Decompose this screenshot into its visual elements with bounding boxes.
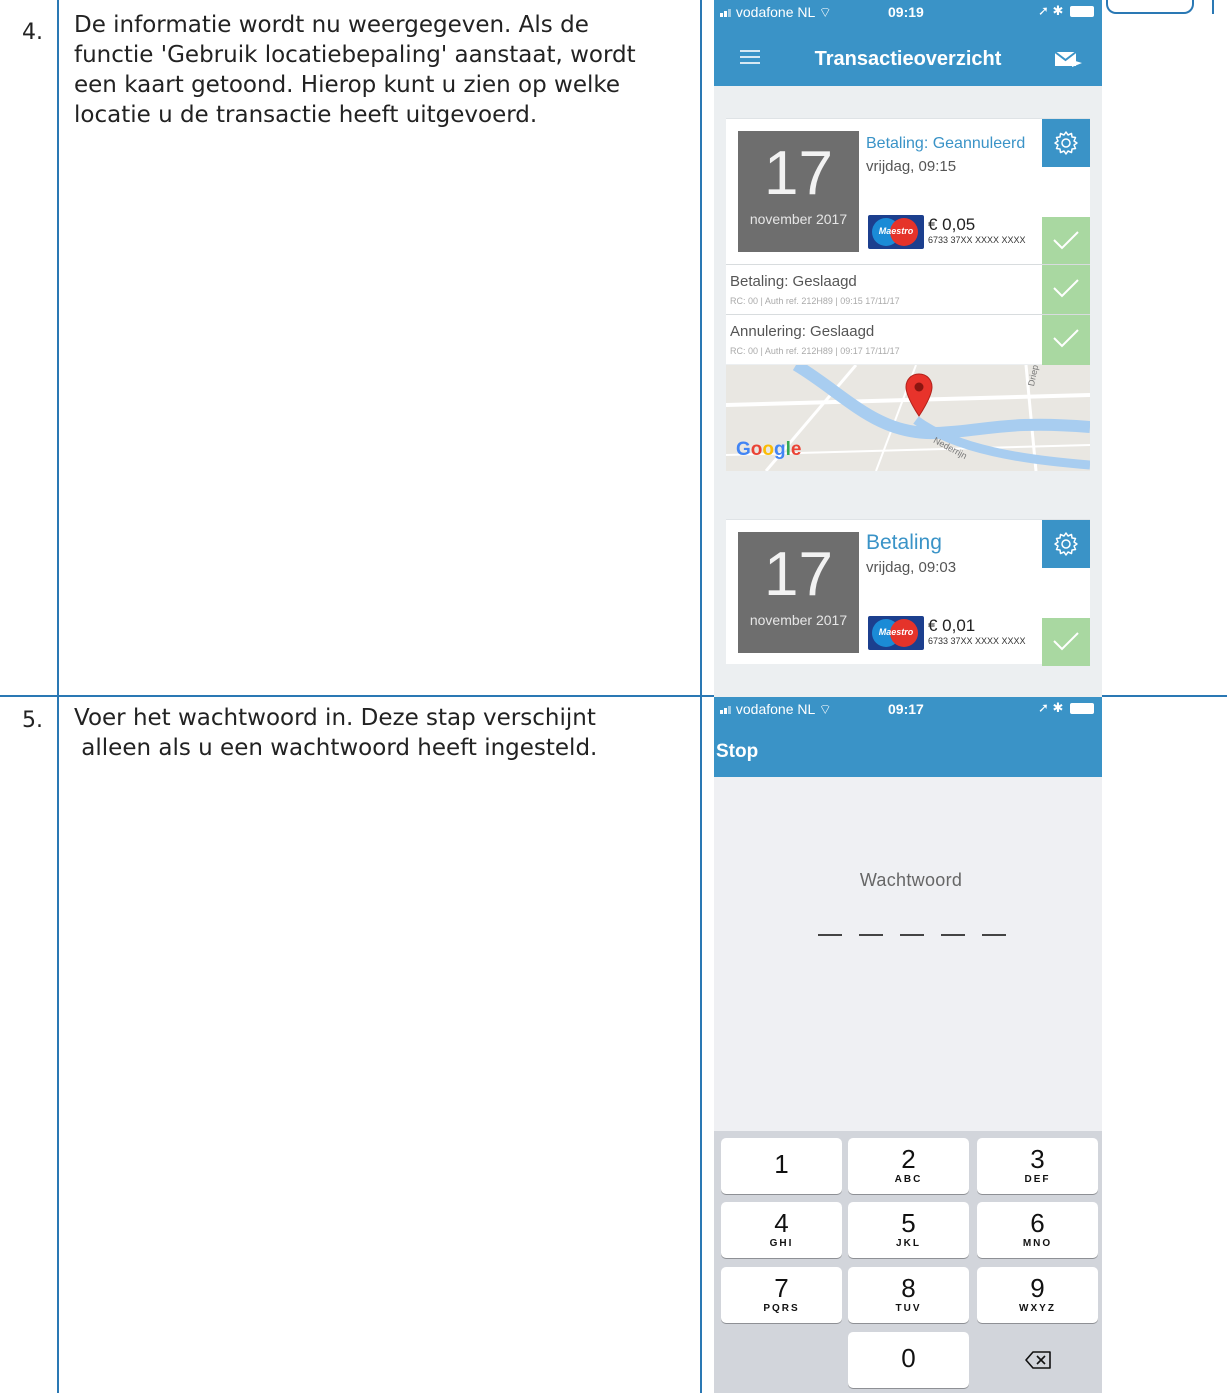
check-icon [1053, 329, 1079, 348]
transaction-title: Betaling [866, 531, 942, 554]
key-1[interactable]: 1 [721, 1138, 842, 1194]
status-check [1042, 217, 1090, 265]
gear-icon [1054, 131, 1078, 155]
password-label: Wachtwoord [859, 870, 963, 890]
wifi-icon: ⌔ [818, 4, 832, 20]
check-icon [1053, 632, 1079, 651]
date-month: november 2017 [749, 612, 848, 628]
gear-icon [1054, 532, 1078, 556]
date-day: 17 [764, 540, 833, 609]
key-8[interactable]: 8 TUV [848, 1267, 969, 1323]
step-line: locatie u de transactie heeft uitgevoerd… [74, 102, 538, 128]
password-screen-screenshot: vodafone NL ⌔ 09:17 ➚ ✱ Stop Wachtwoord … [714, 697, 1102, 1393]
transaction-event-row: Annulering: Geslaagd RC: 00 | Auth ref. … [726, 314, 1090, 365]
event-title: Betaling: Geslaagd [730, 273, 857, 290]
date-tile: 17 november 2017 [738, 532, 859, 653]
date-day: 17 [764, 139, 833, 208]
step-line: Voer het wachtwoord in. Deze stap versch… [74, 705, 596, 731]
app-header: vodafone NL ⌔ 09:19 ➚ ✱ Transactieoverzi… [714, 0, 1102, 86]
check-icon [1053, 279, 1079, 298]
backspace-key[interactable] [977, 1332, 1098, 1388]
event-title: Annulering: Geslaagd [730, 323, 875, 340]
status-bar: vodafone NL ⌔ 09:19 ➚ ✱ [714, 0, 1102, 40]
pin-slot [941, 934, 965, 936]
backspace-icon [1024, 1351, 1051, 1369]
key-3[interactable]: 3 DEF [977, 1138, 1098, 1194]
page-corner-tab [1106, 0, 1194, 14]
transaction-card[interactable]: 17 november 2017 Betaling vrijdag, 09:03… [726, 519, 1090, 666]
step-line: alleen als u een wachtwoord heeft ingest… [74, 735, 598, 761]
step-line: De informatie wordt nu weergegeven. Als … [74, 12, 589, 38]
date-month: november 2017 [749, 211, 848, 227]
step-instruction: Voer het wachtwoord in. Deze stap versch… [74, 703, 674, 763]
pin-slot [982, 934, 1006, 936]
app-header: vodafone NL ⌔ 09:17 ➚ ✱ Stop [714, 697, 1102, 777]
battery-icon [1070, 703, 1094, 715]
maestro-card-icon: Maestro [868, 215, 924, 249]
pin-slot [818, 934, 842, 936]
step-instruction: De informatie wordt nu weergegeven. Als … [74, 10, 674, 130]
step-line: functie 'Gebruik locatiebepaling' aansta… [74, 42, 636, 68]
table-border-right [1212, 0, 1214, 14]
key-0[interactable]: 0 [848, 1332, 969, 1388]
settings-button[interactable] [1042, 119, 1090, 167]
transaction-card[interactable]: 17 november 2017 Betaling: Geannuleerd v… [726, 118, 1090, 265]
date-tile: 17 november 2017 [738, 131, 859, 252]
page-title: Transactieoverzicht [814, 48, 1002, 70]
card-number: 6733 37XX XXXX XXXX [928, 636, 1026, 646]
status-indicators: ➚ ✱ [1038, 700, 1094, 716]
signal-icon [720, 701, 732, 717]
carrier: vodafone NL ⌔ [720, 4, 832, 22]
settings-button[interactable] [1042, 520, 1090, 568]
status-time: 09:19 [888, 4, 924, 20]
key-2[interactable]: 2 ABC [848, 1138, 969, 1194]
numeric-keypad: 1 2 ABC 3 DEF 4 GHI 5 JKL 6 MNO 7 PQRS 8 TUV 9W… [714, 1131, 1102, 1393]
key-9[interactable]: 9 WXYZ [977, 1267, 1098, 1323]
step-number: 4. [22, 20, 43, 45]
pin-slot [859, 934, 883, 936]
bluetooth-icon: ✱ [1052, 3, 1064, 18]
wifi-icon: ⌔ [818, 701, 832, 717]
signal-icon [720, 4, 732, 20]
transaction-title: Betaling: Geannuleerd [866, 135, 1026, 152]
location-map[interactable]: Driepoort Nederrijn Google [726, 365, 1090, 471]
check-icon [1053, 231, 1079, 250]
key-7[interactable]: 7 PQRS [721, 1267, 842, 1323]
password-input[interactable] [818, 923, 1023, 941]
stop-button[interactable]: Stop [716, 741, 758, 763]
bluetooth-icon: ✱ [1052, 700, 1064, 715]
status-indicators: ➚ ✱ [1038, 3, 1094, 19]
status-check [1042, 618, 1090, 666]
transaction-amount: € 0,05 [928, 215, 976, 234]
key-6[interactable]: 6 MNO [977, 1202, 1098, 1258]
pin-slot [900, 934, 924, 936]
transaction-amount: € 0,01 [928, 616, 976, 635]
location-arrow-icon: ➚ [1037, 700, 1049, 715]
battery-icon [1070, 6, 1094, 18]
card-number: 6733 37XX XXXX XXXX [928, 235, 1026, 245]
step-line: een kaart getoond. Hierop kunt u zien op… [74, 72, 621, 98]
transaction-event-row: Betaling: Geslaagd RC: 00 | Auth ref. 21… [726, 264, 1090, 315]
status-time: 09:17 [888, 701, 924, 717]
transaction-overview-screenshot: vodafone NL ⌔ 09:19 ➚ ✱ Transactieoverzi… [714, 0, 1102, 697]
transaction-datetime: vrijdag, 09:15 [866, 158, 957, 175]
transaction-datetime: vrijdag, 09:03 [866, 559, 957, 576]
status-check [1042, 315, 1090, 365]
step-number: 5. [22, 708, 43, 733]
location-arrow-icon: ➚ [1037, 3, 1049, 18]
event-meta: RC: 00 | Auth ref. 212H89 | 09:15 17/11/… [730, 296, 900, 306]
google-logo: Google [736, 439, 802, 460]
status-bar: vodafone NL ⌔ 09:17 ➚ ✱ [714, 697, 1102, 737]
event-meta: RC: 00 | Auth ref. 212H89 | 09:17 17/11/… [730, 346, 900, 356]
status-check [1042, 265, 1090, 315]
map-pin-icon [905, 373, 933, 417]
send-mail-icon[interactable] [1054, 50, 1084, 70]
key-5[interactable]: 5 JKL [848, 1202, 969, 1258]
maestro-card-icon: Maestro [868, 616, 924, 650]
carrier: vodafone NL ⌔ [720, 701, 832, 719]
key-4[interactable]: 4 GHI [721, 1202, 842, 1258]
